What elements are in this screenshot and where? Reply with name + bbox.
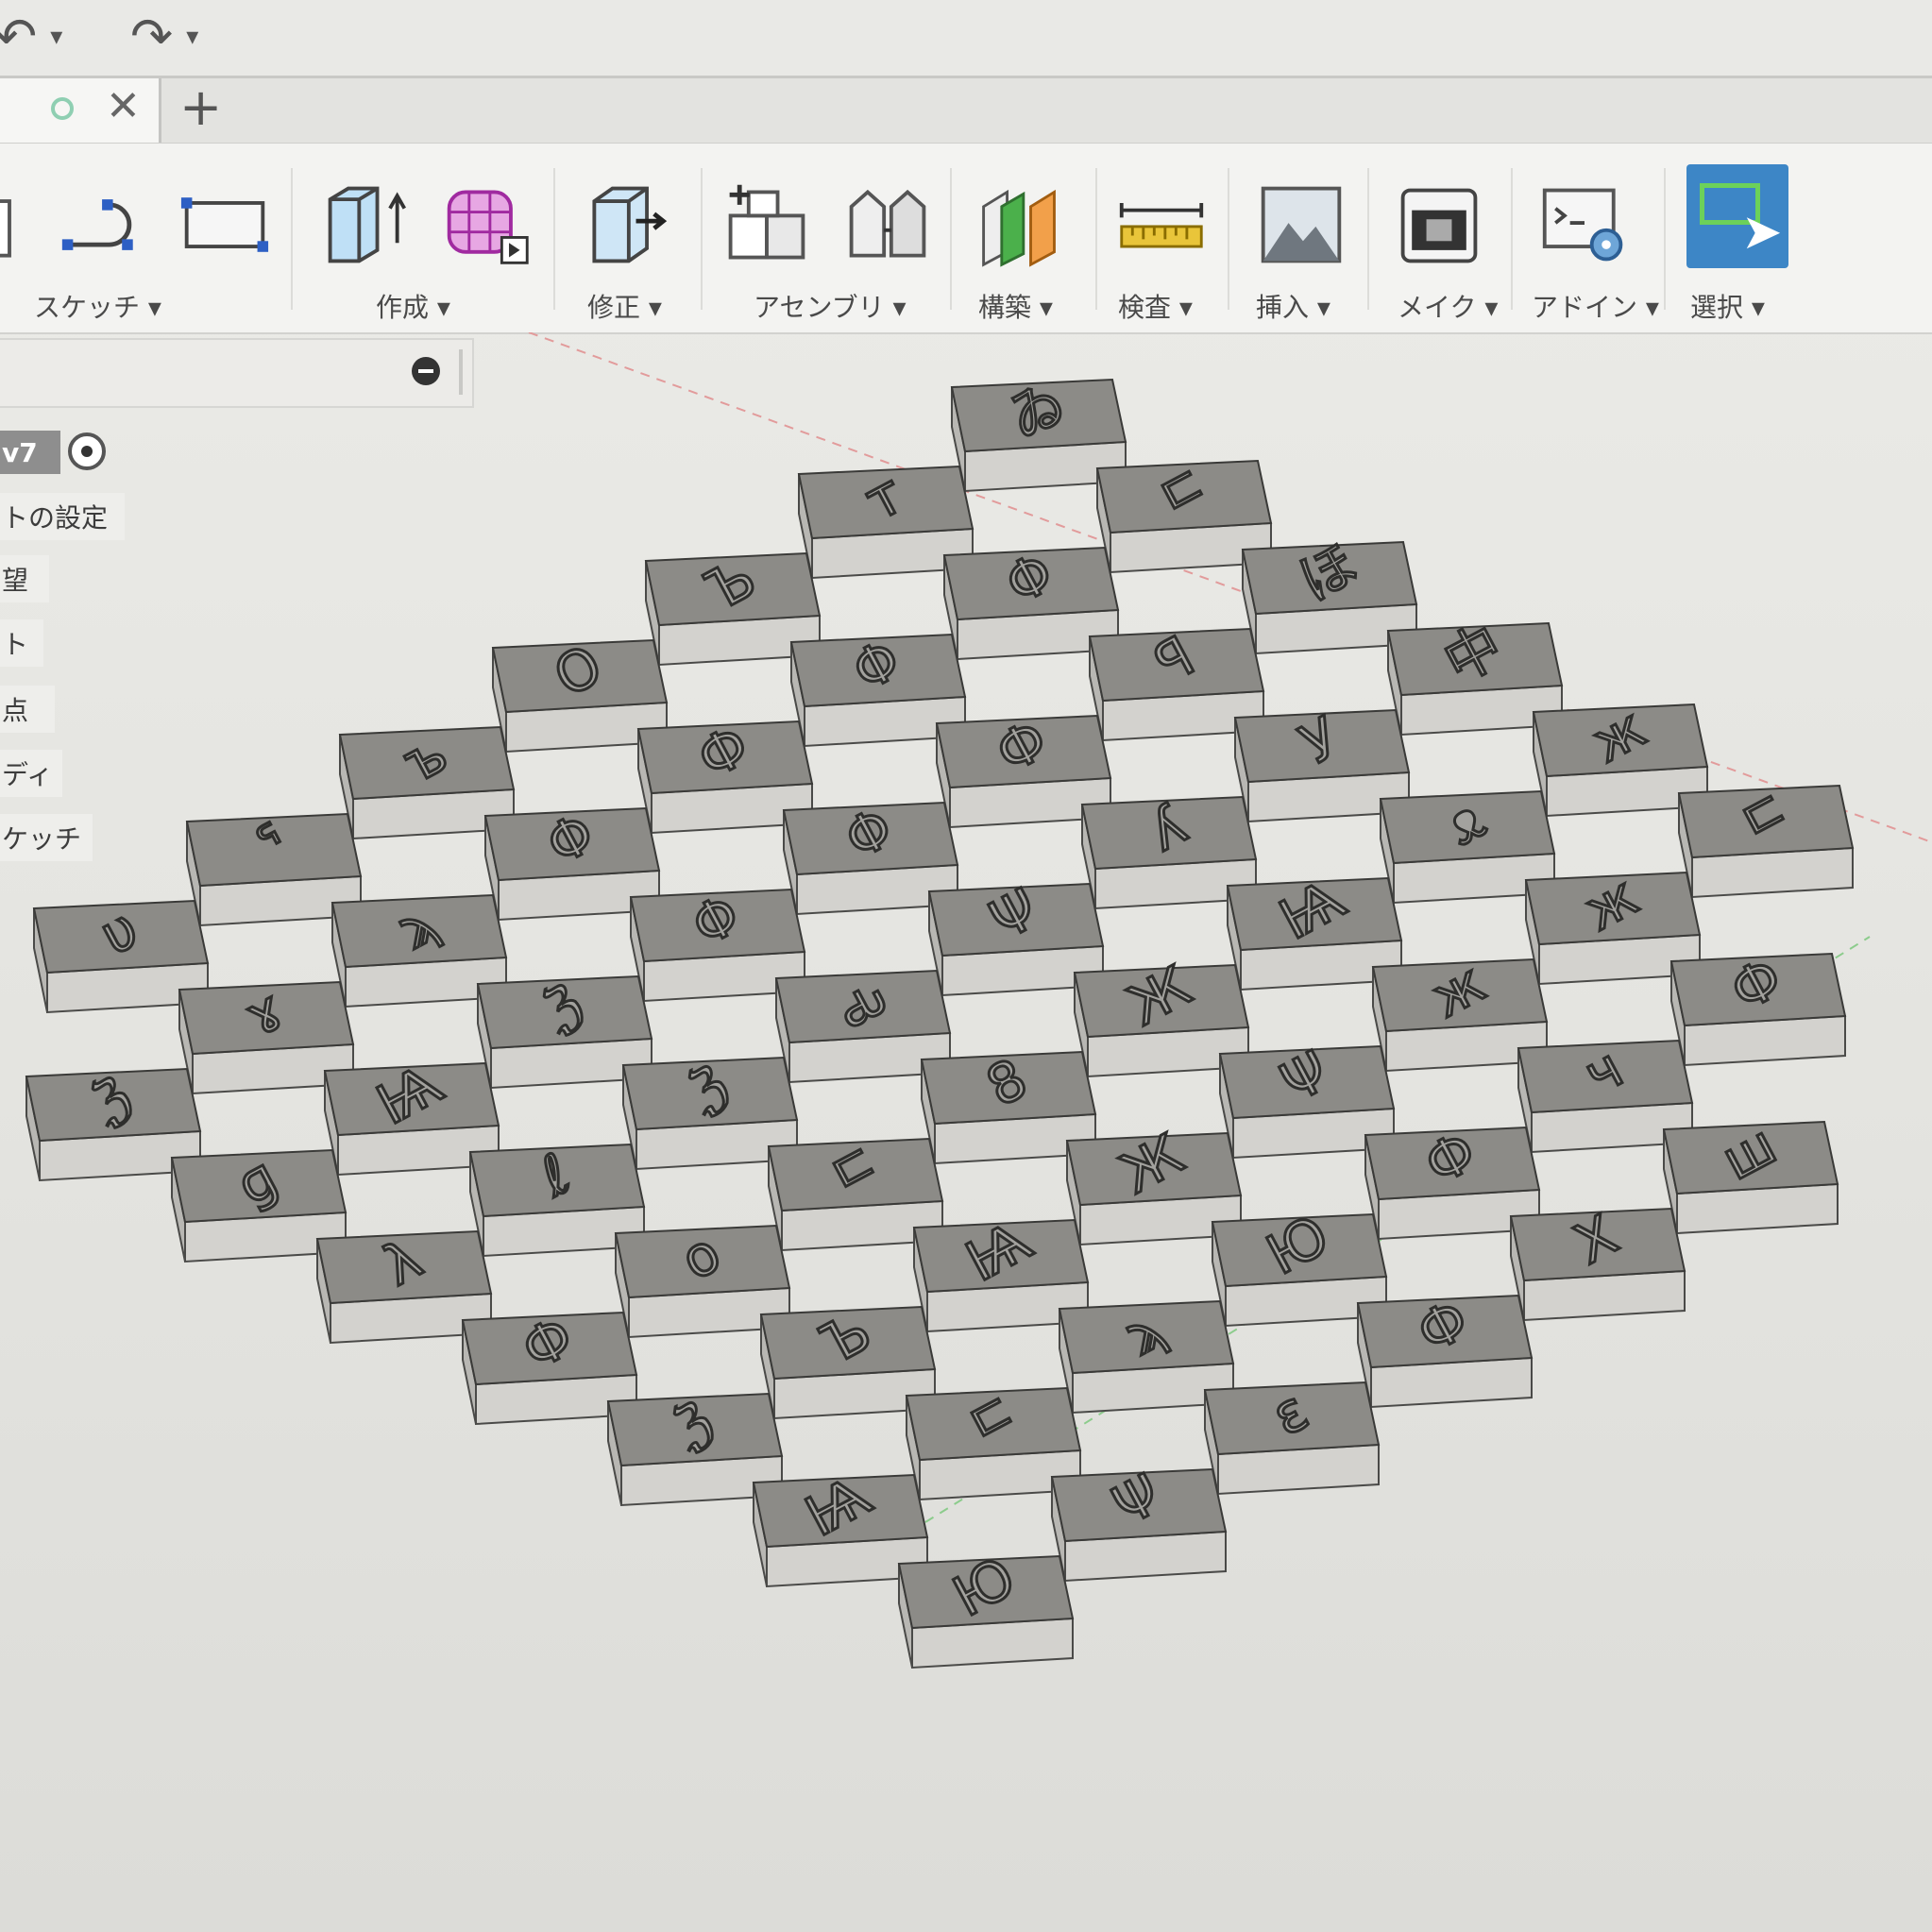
scripts-addins-tool[interactable] [1537, 178, 1632, 272]
construction-plane-icon [982, 189, 1056, 267]
stamp-block[interactable]: ш [1662, 1110, 1839, 1235]
construct-menu[interactable]: 構築 ▾ [978, 287, 1053, 325]
offset-plane-tool[interactable] [973, 178, 1067, 272]
arc-curve-icon [61, 199, 133, 250]
new-component-icon [728, 184, 805, 260]
stamp-block[interactable]: Ю [897, 1543, 1075, 1669]
insert-menu[interactable]: 挿入 ▾ [1256, 287, 1330, 325]
document-tab[interactable]: ✕ [0, 78, 161, 143]
extrude-tool[interactable] [319, 178, 414, 272]
3d-viewport[interactable]: ゐㄷтほΦЪ中ꟼΦОжУФФъㄷᴥʎΦΦᕐжѨΨΦϡυФжЖԃℨɤчΨ8ℨѨℨш… [0, 332, 1932, 1932]
sketch-menu[interactable]: スケッチ ▾ [34, 287, 161, 325]
inspect-menu[interactable]: 検査 ▾ [1118, 287, 1193, 325]
rectangle-tool[interactable] [178, 178, 272, 272]
3d-print-tool[interactable] [1392, 178, 1486, 272]
measure-ruler-icon [1119, 202, 1204, 248]
undo-dropdown-icon[interactable]: ▾ [50, 23, 62, 51]
rectangle-icon [180, 197, 269, 252]
create-menu[interactable]: 作成 ▾ [376, 287, 450, 325]
3d-printer-icon [1400, 188, 1478, 263]
sketch-partial-tool[interactable] [0, 178, 57, 272]
joint-tool[interactable] [840, 178, 935, 272]
design-toolbar: スケッチ ▾ 作成 ▾ 修正 ▾ アセンブリ ▾ 構築 ▾ 検査 ▾ 挿入 ▾ … [0, 144, 1932, 334]
form-mesh-icon [447, 190, 529, 264]
extrude-icon [328, 186, 406, 263]
assembly-menu[interactable]: アセンブリ ▾ [754, 287, 907, 325]
stamp-block[interactable]: Ψ [1050, 1460, 1228, 1583]
canvas-insert-tool[interactable] [1254, 178, 1348, 272]
form-tool[interactable] [440, 178, 534, 272]
close-tab-icon[interactable]: ✕ [106, 86, 141, 127]
toolbar-separator [1228, 168, 1229, 310]
redo-button[interactable]: ↷ ▾ [130, 6, 198, 68]
toolbar-separator [1095, 168, 1097, 310]
document-tab-bar: ✕ + [0, 78, 1932, 144]
redo-dropdown-icon[interactable]: ▾ [186, 23, 198, 51]
script-gear-icon [1542, 188, 1623, 262]
image-canvas-icon [1261, 186, 1342, 263]
joint-icon [849, 189, 926, 258]
quick-access-bar: ↶ ▾ ↷ ▾ [0, 0, 1932, 78]
measure-tool[interactable] [1114, 178, 1209, 272]
toolbar-separator [1367, 168, 1369, 310]
select-tool[interactable]: ➤ [1686, 164, 1788, 268]
toolbar-separator [701, 168, 703, 310]
modify-menu[interactable]: 修正 ▾ [587, 287, 662, 325]
addins-menu[interactable]: アドイン ▾ [1532, 287, 1659, 325]
select-menu[interactable]: 選択 ▾ [1690, 287, 1765, 325]
toolbar-separator [291, 168, 293, 310]
new-tab-button[interactable]: + [179, 82, 222, 133]
press-pull-icon [592, 186, 668, 263]
stamp-block[interactable]: Ф [1669, 943, 1847, 1067]
undo-button[interactable]: ↶ ▾ [0, 6, 62, 68]
toolbar-separator [950, 168, 952, 310]
make-menu[interactable]: メイク ▾ [1398, 287, 1498, 325]
stamp-block[interactable]: X [1509, 1201, 1686, 1322]
undo-arrow-icon: ↶ [0, 7, 38, 66]
pointer-cursor-icon: ➤ [1741, 204, 1783, 261]
stamp-block[interactable]: Ф [1356, 1285, 1534, 1409]
viewport-scene[interactable]: ゐㄷтほΦЪ中ꟼΦОжУФФъㄷᴥʎΦΦᕐжѨΨΦϡυФжЖԃℨɤчΨ8ℨѨℨш… [0, 332, 1932, 1932]
sketch-box-icon [0, 199, 11, 258]
stamp-block[interactable]: ㄷ [1677, 774, 1855, 899]
stamp-block[interactable]: ɛ [1203, 1377, 1381, 1496]
toolbar-separator [1664, 168, 1666, 310]
save-status-icon [51, 97, 74, 120]
press-pull-tool[interactable] [578, 178, 672, 272]
stamp-block-grid[interactable]: ゐㄷтほΦЪ中ꟼΦОжУФФъㄷᴥʎΦΦᕐжѨΨΦϡυФжЖԃℨɤчΨ8ℨѨℨш… [25, 367, 1855, 1669]
arc-tool[interactable] [57, 178, 151, 272]
new-component-tool[interactable] [720, 178, 814, 272]
toolbar-separator [1511, 168, 1513, 310]
toolbar-separator [553, 168, 555, 310]
redo-arrow-icon: ↷ [130, 7, 174, 66]
